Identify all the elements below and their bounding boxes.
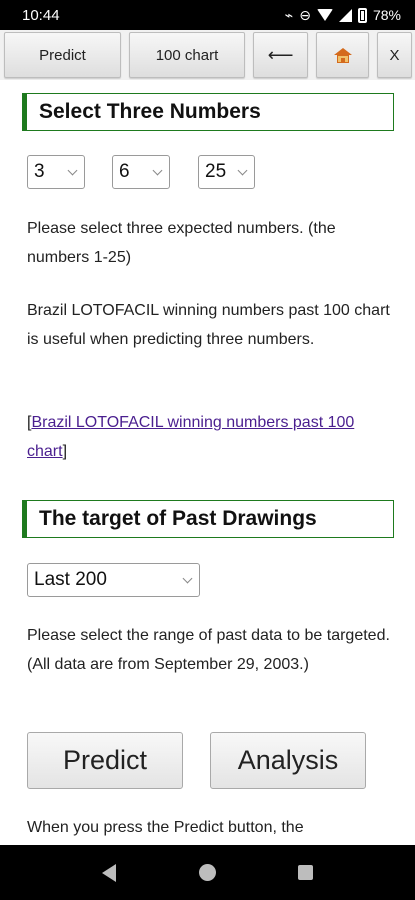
number-select-1[interactable]: 3	[27, 155, 85, 189]
status-bar: 10:44 ⌁ ⊖ 78%	[0, 0, 415, 30]
nav-home-icon[interactable]	[199, 864, 216, 881]
past-range-select[interactable]: Last 200	[27, 563, 200, 597]
number-select-1-value: 3	[34, 161, 45, 182]
analysis-button[interactable]: Analysis	[210, 732, 366, 789]
dnd-icon: ⊖	[299, 6, 311, 23]
link-bracket-close: ]	[62, 443, 68, 460]
top-toolbar: Predict 100 chart ⟵ X	[0, 30, 415, 80]
system-nav-bar	[0, 845, 415, 900]
status-time: 10:44	[22, 6, 60, 24]
nav-back-icon[interactable]	[102, 864, 116, 882]
chevron-down-icon	[237, 165, 248, 176]
nav-recents-icon[interactable]	[298, 865, 313, 880]
predict-instructions-text: When you press the Predict button, the	[27, 819, 304, 836]
chevron-down-icon	[67, 165, 78, 176]
number-select-3-value: 25	[205, 161, 227, 182]
toolbar-predict-button[interactable]: Predict	[4, 32, 121, 78]
past-range-select-value: Last 200	[34, 569, 107, 590]
toolbar-home-button[interactable]	[316, 32, 369, 78]
number-select-2[interactable]: 6	[112, 155, 170, 189]
status-icons: ⌁ ⊖ 78%	[285, 7, 401, 24]
cell-signal-icon	[338, 8, 352, 22]
number-select-3[interactable]: 25	[198, 155, 255, 189]
select-numbers-description: Please select three expected numbers. (t…	[27, 220, 336, 266]
number-select-2-value: 6	[119, 161, 130, 182]
section-title-select-numbers: Select Three Numbers	[22, 93, 394, 131]
predict-button[interactable]: Predict	[27, 732, 183, 789]
chevron-down-icon	[182, 573, 193, 584]
wifi-icon	[316, 9, 333, 21]
toolbar-back-button[interactable]: ⟵	[253, 32, 308, 78]
back-arrow-icon: ⟵	[267, 44, 294, 65]
past-100-chart-link[interactable]: Brazil LOTOFACIL winning numbers past 10…	[27, 414, 354, 460]
toolbar-100-chart-button[interactable]: 100 chart	[129, 32, 245, 78]
toolbar-close-button[interactable]: X	[377, 32, 412, 78]
chart-link-paragraph: [Brazil LOTOFACIL winning numbers past 1…	[27, 408, 392, 466]
battery-icon	[357, 7, 367, 23]
past-range-description: Please select the range of past data to …	[27, 627, 390, 673]
section-title-past-drawings: The target of Past Drawings	[22, 500, 394, 538]
chevron-down-icon	[152, 165, 163, 176]
vibrate-icon: ⌁	[284, 6, 294, 23]
battery-percent: 78%	[372, 7, 401, 23]
home-icon	[333, 47, 352, 63]
chart-usefulness-note: Brazil LOTOFACIL winning numbers past 10…	[27, 302, 390, 348]
